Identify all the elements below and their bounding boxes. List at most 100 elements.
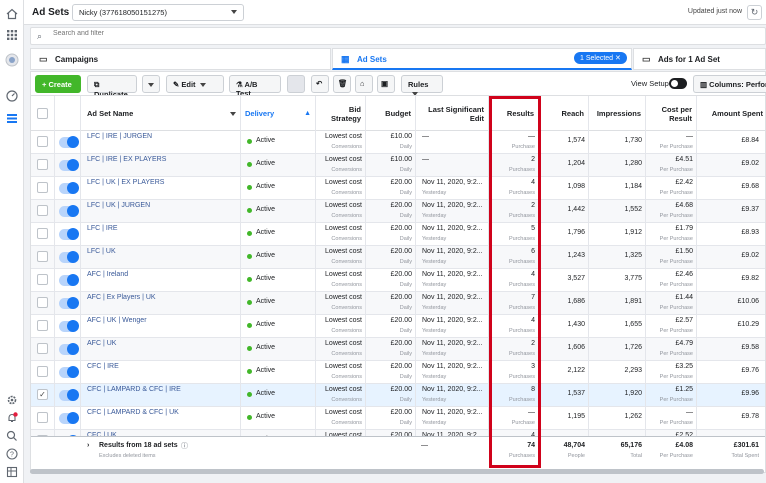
row-checkbox[interactable]: [37, 366, 48, 377]
delete-button[interactable]: 🗑: [333, 75, 351, 93]
row-on-off-toggle[interactable]: [59, 228, 79, 240]
ad-set-name-link[interactable]: AFC | Ex Players | UK: [87, 294, 156, 301]
col-bid-strategy[interactable]: Bid Strategy: [316, 96, 366, 131]
table-row[interactable]: AFC | Ireland Active Lowest cost Conversion…: [31, 269, 765, 292]
row-checkbox[interactable]: ✓: [37, 389, 48, 400]
row-on-off-toggle[interactable]: [59, 205, 79, 217]
row-checkbox[interactable]: [37, 412, 48, 423]
col-cost-per-result[interactable]: Cost per Result: [646, 96, 697, 131]
undo-button[interactable]: ↶: [311, 75, 329, 93]
ad-set-name-link[interactable]: CFC | LAMPARD & CFC | UK: [87, 409, 179, 416]
col-ad-set-name[interactable]: Ad Set Name: [81, 96, 241, 131]
row-on-off-toggle[interactable]: [59, 412, 79, 424]
ad-set-name-link[interactable]: AFC | UK: [87, 340, 116, 347]
report-table-icon[interactable]: [5, 465, 19, 479]
row-on-off-toggle[interactable]: [59, 389, 79, 401]
col-impressions[interactable]: Impressions: [589, 96, 646, 131]
ad-set-name-link[interactable]: LFC | IRE | EX PLAYERS: [87, 156, 166, 163]
info-icon[interactable]: ⓘ: [181, 441, 188, 451]
view-setup-toggle[interactable]: [669, 78, 687, 89]
table-row[interactable]: LFC | IRE | EX PLAYERS Active Lowest cost C…: [31, 154, 765, 177]
row-on-off-toggle[interactable]: [59, 297, 79, 309]
ad-set-name-link[interactable]: AFC | UK | Wenger: [87, 317, 147, 324]
table-row[interactable]: AFC | UK Active Lowest cost Conversions £20.…: [31, 338, 765, 361]
ad-set-name-link[interactable]: LFC | UK | EX PLAYERS: [87, 179, 164, 186]
row-checkbox[interactable]: [37, 182, 48, 193]
row-checkbox[interactable]: [37, 159, 48, 170]
select-all-checkbox[interactable]: [37, 108, 48, 119]
table-row[interactable]: CFC | IRE Active Lowest cost Conversions £20…: [31, 361, 765, 384]
row-on-off-toggle[interactable]: [59, 182, 79, 194]
account-selector[interactable]: Nicky (377618050151275): [72, 4, 244, 21]
row-checkbox[interactable]: [37, 320, 48, 331]
col-reach[interactable]: Reach: [539, 96, 589, 131]
rules-button[interactable]: Rules: [401, 75, 443, 97]
row-on-off-toggle[interactable]: [59, 320, 79, 332]
row-on-off-toggle[interactable]: [59, 366, 79, 378]
table-row[interactable]: LFC | IRE | JURGEN Active Lowest cost Conve…: [31, 131, 765, 154]
row-checkbox[interactable]: [37, 228, 48, 239]
create-button[interactable]: + Create: [35, 75, 81, 93]
reach-value: 1,606: [567, 344, 585, 351]
table-cell: [241, 131, 316, 154]
table-row[interactable]: LFC | UK | EX PLAYERS Active Lowest cost Co…: [31, 177, 765, 200]
col-amount-spent[interactable]: Amount Spent: [697, 96, 765, 131]
ad-set-name-link[interactable]: CFC | IRE: [87, 363, 119, 370]
help-icon[interactable]: ?: [5, 447, 19, 461]
notifications-bell-icon[interactable]: [5, 411, 19, 425]
row-on-off-toggle[interactable]: [59, 159, 79, 171]
row-checkbox[interactable]: [37, 136, 48, 147]
col-delivery[interactable]: Delivery ▲: [241, 96, 316, 131]
table-row[interactable]: LFC | IRE Active Lowest cost Conversions £20…: [31, 223, 765, 246]
amount-spent-value: £9.68: [741, 183, 759, 190]
ad-set-name-link[interactable]: LFC | IRE | JURGEN: [87, 133, 152, 140]
row-on-off-toggle[interactable]: [59, 251, 79, 263]
row-checkbox[interactable]: [37, 251, 48, 262]
search-filter-bar[interactable]: ⌕: [30, 27, 766, 45]
duplicate-dropdown-button[interactable]: [142, 75, 160, 93]
tag-button[interactable]: ⌂: [355, 75, 373, 93]
expand-chevron-icon[interactable]: ›: [87, 442, 89, 449]
ad-set-name-link[interactable]: LFC | IRE: [87, 225, 118, 232]
home-icon[interactable]: [5, 7, 19, 21]
table-row[interactable]: AFC | UK | Wenger Active Lowest cost Conver…: [31, 315, 765, 338]
row-checkbox[interactable]: [37, 205, 48, 216]
table-row[interactable]: LFC | UK | JURGEN Active Lowest cost Conver…: [31, 200, 765, 223]
ad-set-name-link[interactable]: AFC | Ireland: [87, 271, 128, 278]
preview-button[interactable]: ▣: [377, 75, 395, 93]
account-avatar[interactable]: [5, 53, 19, 67]
tab-ads[interactable]: ▭ Ads for 1 Ad Set: [633, 48, 766, 70]
apps-grid-icon[interactable]: [5, 28, 19, 42]
ad-set-name-link[interactable]: LFC | UK | JURGEN: [87, 202, 150, 209]
search-input[interactable]: [53, 30, 353, 37]
table-row[interactable]: LFC | UK Active Lowest cost Conversions £20.…: [31, 246, 765, 269]
table-row[interactable]: CFC | LAMPARD & CFC | UK Active Lowest cos…: [31, 407, 765, 430]
dashboard-gauge-icon[interactable]: [5, 89, 19, 103]
updated-status: Updated just now: [687, 8, 742, 15]
table-row[interactable]: ✓ CFC | LAMPARD & CFC | IRE Active Lowest c…: [31, 384, 765, 407]
col-budget[interactable]: Budget: [366, 96, 416, 131]
row-on-off-toggle[interactable]: [59, 136, 79, 148]
horizontal-scrollbar[interactable]: [30, 469, 764, 474]
ad-set-name-link[interactable]: CFC | LAMPARD & CFC | IRE: [87, 386, 181, 393]
edit-button[interactable]: ✎ Edit: [166, 75, 224, 93]
col-last-edit[interactable]: Last Significant Edit: [416, 96, 489, 131]
columns-button[interactable]: ▥ Columns: Perform: [693, 75, 766, 93]
settings-gear-icon[interactable]: [5, 393, 19, 407]
search-icon: ⌕: [37, 31, 43, 41]
row-on-off-toggle[interactable]: [59, 343, 79, 355]
row-checkbox[interactable]: [37, 343, 48, 354]
table-row[interactable]: AFC | Ex Players | UK Active Lowest cost Co…: [31, 292, 765, 315]
tab-campaigns[interactable]: ▭ Campaigns: [30, 48, 331, 70]
ads-manager-table-icon[interactable]: [5, 112, 19, 126]
search-icon[interactable]: [5, 429, 19, 443]
ab-test-button[interactable]: ⚗ A/B Test: [229, 75, 281, 98]
row-checkbox[interactable]: [37, 297, 48, 308]
row-checkbox[interactable]: [37, 274, 48, 285]
ad-set-name-link[interactable]: LFC | UK: [87, 248, 116, 255]
row-on-off-toggle[interactable]: [59, 274, 79, 286]
duplicate-button[interactable]: ⧉ Duplicate: [87, 75, 137, 99]
selected-count-badge[interactable]: 1 Selected ✕: [574, 52, 627, 64]
refresh-button[interactable]: ↻: [747, 5, 762, 20]
disabled-action-button[interactable]: [287, 75, 305, 93]
